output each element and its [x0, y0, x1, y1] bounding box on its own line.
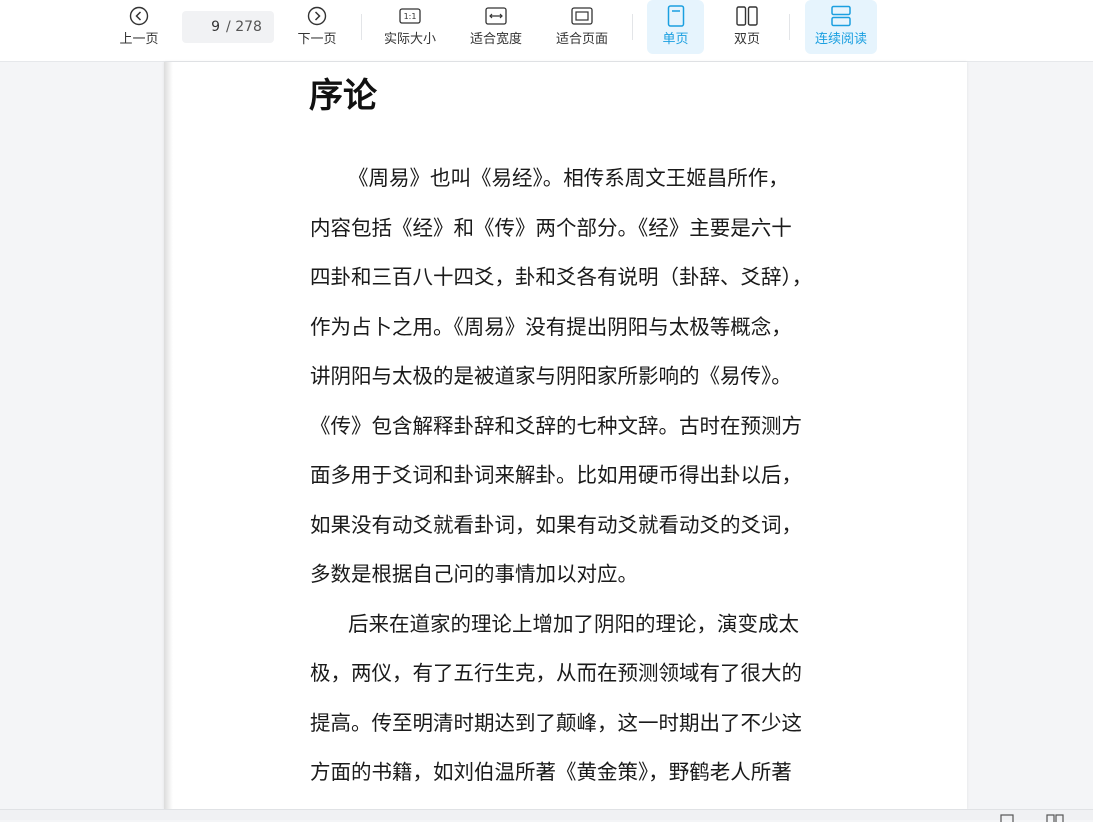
- prev-page-label: 上一页: [119, 32, 159, 47]
- toolbar-divider: [361, 14, 362, 40]
- page-body-text: 《周易》也叫《易经》。相传系周文王姬昌所作， 内容包括《经》和《传》两个部分。《…: [310, 154, 855, 798]
- continuous-reading-button[interactable]: 连续阅读: [805, 0, 877, 54]
- text-line: 《周易》也叫《易经》。相传系周文王姬昌所作，: [348, 166, 789, 190]
- text-line: 面多用于爻词和卦词来解卦。比如用硬币得出卦以后，: [310, 463, 802, 487]
- status-bar: [0, 809, 1093, 822]
- text-line: 讲阴阳与太极的是被道家与阴阳家所影响的《易传》。: [310, 364, 792, 388]
- text-line: 极，两仪，有了五行生克，从而在预测领域有了很大的: [310, 661, 802, 685]
- actual-size-icon-text: 1:1: [404, 12, 417, 21]
- double-page-icon: [736, 5, 758, 27]
- fit-width-icon: [485, 5, 507, 27]
- continuous-reading-icon: [830, 5, 852, 27]
- fit-page-label: 适合页面: [555, 32, 608, 47]
- double-page-status-icon[interactable]: [1046, 814, 1064, 822]
- actual-size-label: 实际大小: [383, 32, 436, 47]
- continuous-reading-label: 连续阅读: [814, 32, 867, 47]
- prev-page-button[interactable]: 上一页: [114, 0, 164, 54]
- viewer-toolbar: 上一页 9 / 278 下一页 1:1 实际大小 适合宽度 适合页面 单页 双页…: [0, 0, 1093, 62]
- page-heading: 序论: [309, 76, 377, 116]
- next-page-button[interactable]: 下一页: [292, 0, 342, 54]
- page-number-box[interactable]: 9 / 278: [182, 11, 274, 43]
- document-page: 序论 《周易》也叫《易经》。相传系周文王姬昌所作， 内容包括《经》和《传》两个部…: [164, 62, 967, 809]
- fit-width-label: 适合宽度: [469, 32, 522, 47]
- text-line: 《传》包含解释卦辞和爻辞的七种文辞。古时在预测方: [310, 413, 802, 438]
- single-page-button[interactable]: 单页: [647, 0, 704, 54]
- actual-size-icon: 1:1: [399, 5, 421, 27]
- text-line: 多数是根据自己问的事情加以对应。: [310, 562, 638, 586]
- text-line: 四卦和三百八十四爻，卦和爻各有说明（卦辞、爻辞），: [310, 265, 813, 289]
- document-viewer[interactable]: 序论 《周易》也叫《易经》。相传系周文王姬昌所作， 内容包括《经》和《传》两个部…: [0, 62, 1093, 809]
- double-page-label: 双页: [733, 32, 760, 47]
- text-line: 作为占卜之用。《周易》没有提出阴阳与太极等概念，: [310, 314, 792, 339]
- single-page-icon: [667, 5, 685, 27]
- single-page-label: 单页: [662, 32, 689, 47]
- text-line: 后来在道家的理论上增加了阴阳的理论，演变成太: [348, 611, 799, 636]
- toolbar-divider: [632, 14, 633, 40]
- text-line: 内容包括《经》和《传》两个部分。《经》主要是六十: [310, 215, 792, 240]
- text-line: 方面的书籍，如刘伯温所著《黄金策》，野鹤老人所著: [310, 760, 792, 784]
- toolbar-divider: [789, 14, 790, 40]
- text-line: 如果没有动爻就看卦词，如果有动爻就看动爻的爻词，: [310, 512, 802, 537]
- actual-size-button[interactable]: 1:1 实际大小: [378, 0, 442, 54]
- chevron-right-circle-icon: [307, 5, 327, 27]
- page-total: / 278: [226, 19, 262, 35]
- single-page-status-icon[interactable]: [1000, 814, 1014, 822]
- double-page-button[interactable]: 双页: [720, 0, 774, 54]
- fit-width-button[interactable]: 适合宽度: [464, 0, 528, 54]
- next-page-label: 下一页: [297, 32, 337, 47]
- text-line: 提高。传至明清时期达到了颠峰，这一时期出了不少这: [310, 710, 802, 735]
- fit-page-icon: [571, 5, 593, 27]
- chevron-left-circle-icon: [129, 5, 149, 27]
- page-number-input[interactable]: 9: [190, 19, 220, 35]
- fit-page-button[interactable]: 适合页面: [550, 0, 614, 54]
- page-scan-edge: [164, 62, 173, 809]
